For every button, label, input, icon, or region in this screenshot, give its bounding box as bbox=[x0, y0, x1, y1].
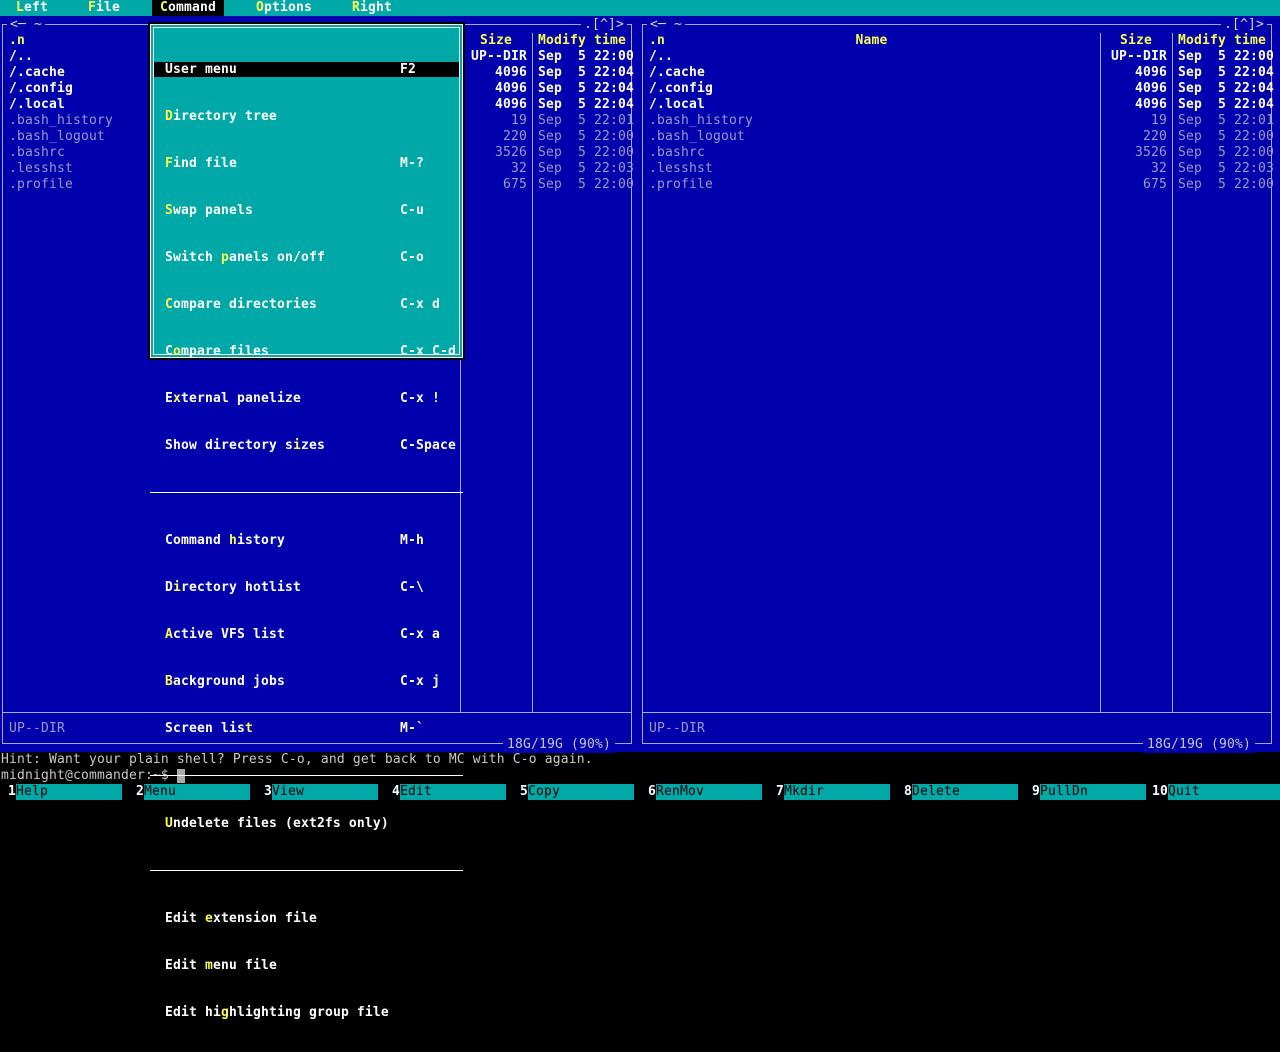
menu-item-active-vfs-list[interactable]: Active VFS list C-x a bbox=[154, 627, 459, 642]
menu-item-command-history[interactable]: Command history M-h bbox=[154, 533, 459, 548]
menu-item-find-file[interactable]: Find file M-? bbox=[154, 156, 459, 171]
menu-item-background-jobs[interactable]: Background jobs C-x j bbox=[154, 674, 459, 689]
column-header-size[interactable]: Size bbox=[1105, 33, 1167, 49]
menu-separator bbox=[150, 863, 463, 879]
menu-item-user-menu[interactable]: User menu F2 bbox=[154, 62, 459, 77]
menu-item-external-panelize[interactable]: External panelize C-x ! bbox=[154, 391, 459, 406]
menu-bar: Left File Command Options Right bbox=[0, 0, 1280, 16]
ministatus: UP--DIR bbox=[649, 721, 705, 736]
column-divider bbox=[1100, 33, 1101, 713]
ministatus-divider bbox=[643, 712, 1271, 713]
column-divider bbox=[1172, 33, 1173, 713]
ministatus: UP--DIR bbox=[9, 721, 65, 736]
menu-item-show-directory-sizes[interactable]: Show directory sizes C-Space bbox=[154, 438, 459, 453]
menubar-item-file[interactable]: File bbox=[88, 0, 120, 16]
fkey-9-pulldn[interactable]: 9 PullDn bbox=[1024, 784, 1152, 800]
menu-item-compare-directories[interactable]: Compare directories C-x d bbox=[154, 297, 459, 312]
column-header-mtime[interactable]: Modify time bbox=[1178, 33, 1266, 49]
menu-item-undelete-files[interactable]: Undelete files (ext2fs only) bbox=[154, 816, 459, 831]
fkey-7-mkdir[interactable]: 7 Mkdir bbox=[768, 784, 896, 800]
menu-item-compare-files[interactable]: Compare files C-x C-d bbox=[154, 344, 459, 359]
menu-item-edit-menu-file[interactable]: Edit menu file bbox=[154, 958, 459, 973]
menubar-item-right[interactable]: Right bbox=[352, 0, 392, 16]
menubar-item-left[interactable]: Left bbox=[16, 0, 48, 16]
column-header-mtime[interactable]: Modify time bbox=[538, 33, 626, 49]
menu-item-edit-extension-file[interactable]: Edit extension file bbox=[154, 911, 459, 926]
fkey-6-renmov[interactable]: 6 RenMov bbox=[640, 784, 768, 800]
menu-item-swap-panels[interactable]: Swap panels C-u bbox=[154, 203, 459, 218]
free-space-indicator: 18G/19G (90%) bbox=[1143, 737, 1255, 753]
left-panel-updir-button[interactable]: .[^]> bbox=[581, 17, 627, 33]
menu-separator bbox=[150, 485, 463, 501]
menu-separator bbox=[150, 768, 463, 784]
fkey-10-quit[interactable]: 10 Quit bbox=[1152, 784, 1280, 800]
menu-item-screen-list[interactable]: Screen list M-` bbox=[154, 721, 459, 736]
menubar-item-command-selected[interactable]: Command bbox=[152, 0, 224, 16]
free-space-indicator: 18G/19G (90%) bbox=[503, 737, 615, 753]
fkey-1-help[interactable]: 1 Help bbox=[0, 784, 128, 800]
menu-item-switch-panels-on-off[interactable]: Switch panels on/off C-o bbox=[154, 250, 459, 265]
fkey-5-copy[interactable]: 5 Copy bbox=[512, 784, 640, 800]
column-header-size[interactable]: Size bbox=[465, 33, 527, 49]
menu-item-edit-highlighting-group-file[interactable]: Edit highlighting group file bbox=[154, 1005, 459, 1020]
column-divider bbox=[532, 33, 533, 713]
menu-item-directory-hotlist[interactable]: Directory hotlist C-\ bbox=[154, 580, 459, 595]
right-panel-updir-button[interactable]: .[^]> bbox=[1221, 17, 1267, 33]
command-menu-dropdown: User menu F2 Directory tree Find file M-? … bbox=[148, 22, 465, 1020]
menu-item-directory-tree[interactable]: Directory tree bbox=[154, 109, 459, 124]
right-file-panel: <─ ~ .[^]> .n Name Size Modify time /.. U… bbox=[642, 17, 1274, 753]
command-menu-box: User menu F2 Directory tree Find file M-? … bbox=[150, 24, 463, 1020]
menubar-item-options[interactable]: Options bbox=[256, 0, 312, 16]
column-header-name[interactable]: Name bbox=[643, 33, 1100, 49]
right-panel-path[interactable]: <─ ~ bbox=[647, 17, 685, 33]
shell-prompt[interactable]: midnight@commander:~$ bbox=[1, 768, 169, 784]
fkey-8-delete[interactable]: 8 Delete bbox=[896, 784, 1024, 800]
